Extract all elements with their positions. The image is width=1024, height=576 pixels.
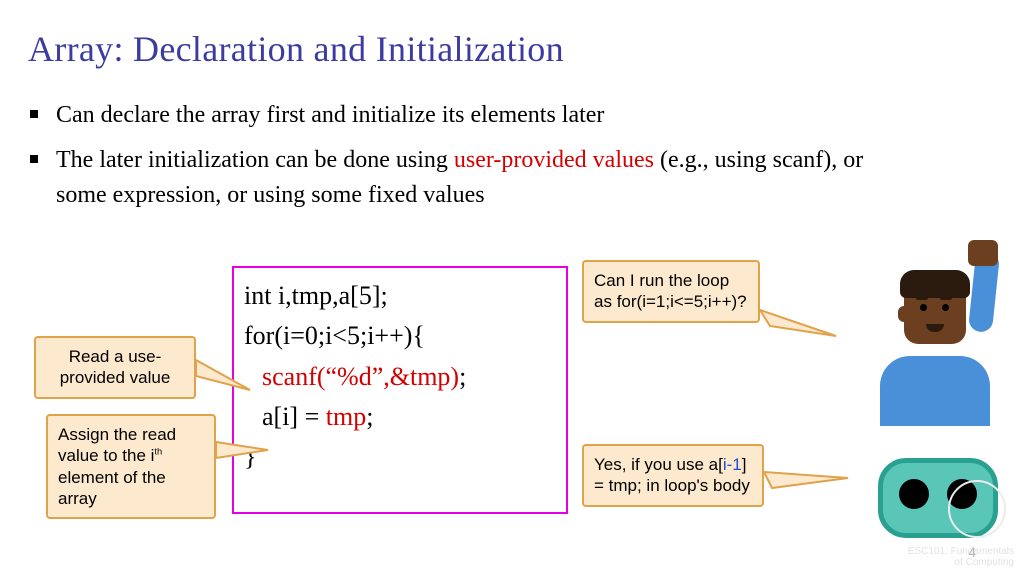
bullet-list: Can declare the array first and initiali… xyxy=(28,98,888,222)
code-line: a[i] = tmp; xyxy=(244,397,556,437)
code-block: int i,tmp,a[5]; for(i=0;i<5;i++){ scanf(… xyxy=(232,266,568,514)
person-raising-hand-icon xyxy=(870,256,1000,426)
code-assign-lhs: a[i] = xyxy=(262,402,326,431)
callout-text: Yes, if you use a[ xyxy=(594,455,723,474)
watermark-text: ESC101: Fundamentals of Computing xyxy=(908,546,1014,568)
slide: Array: Declaration and Initialization Ca… xyxy=(0,0,1024,576)
code-tmp: tmp xyxy=(326,402,366,431)
code-semicolon: ; xyxy=(459,362,466,391)
watermark-seal-icon xyxy=(948,480,1006,538)
callout-text: element of the array xyxy=(58,468,166,508)
bullet-text-highlight: user-provided values xyxy=(454,147,654,173)
callout-code: for(i=1;i<=5;i++)? xyxy=(617,292,747,311)
callout-read-value: Read a use- provided value xyxy=(34,336,196,399)
callout-assign-value: Assign the read value to the ith element… xyxy=(46,414,216,519)
bullet-text-pre: The later initialization can be done usi… xyxy=(56,147,454,173)
code-line: scanf(“%d”,&tmp); xyxy=(244,357,556,397)
code-line: } xyxy=(244,437,556,477)
callout-question: Can I run the loop as for(i=1;i<=5;i++)? xyxy=(582,260,760,323)
callout-text: Assign the read value to the i xyxy=(58,425,176,465)
bullet-item: Can declare the array first and initiali… xyxy=(28,98,888,133)
callout-index: i-1 xyxy=(723,455,742,474)
code-semicolon: ; xyxy=(366,402,373,431)
callout-sup: th xyxy=(154,447,162,457)
code-line: for(i=0;i<5;i++){ xyxy=(244,316,556,356)
slide-title: Array: Declaration and Initialization xyxy=(28,28,564,70)
page-number: 4 xyxy=(968,544,976,560)
callout-answer: Yes, if you use a[i-1] = tmp; in loop's … xyxy=(582,444,764,507)
bullet-text: Can declare the array first and initiali… xyxy=(56,102,604,128)
bullet-item: The later initialization can be done usi… xyxy=(28,143,888,213)
callout-text: Read a use- provided value xyxy=(60,347,171,387)
code-scanf: scanf(“%d”,&tmp) xyxy=(262,362,459,391)
code-line: int i,tmp,a[5]; xyxy=(244,276,556,316)
